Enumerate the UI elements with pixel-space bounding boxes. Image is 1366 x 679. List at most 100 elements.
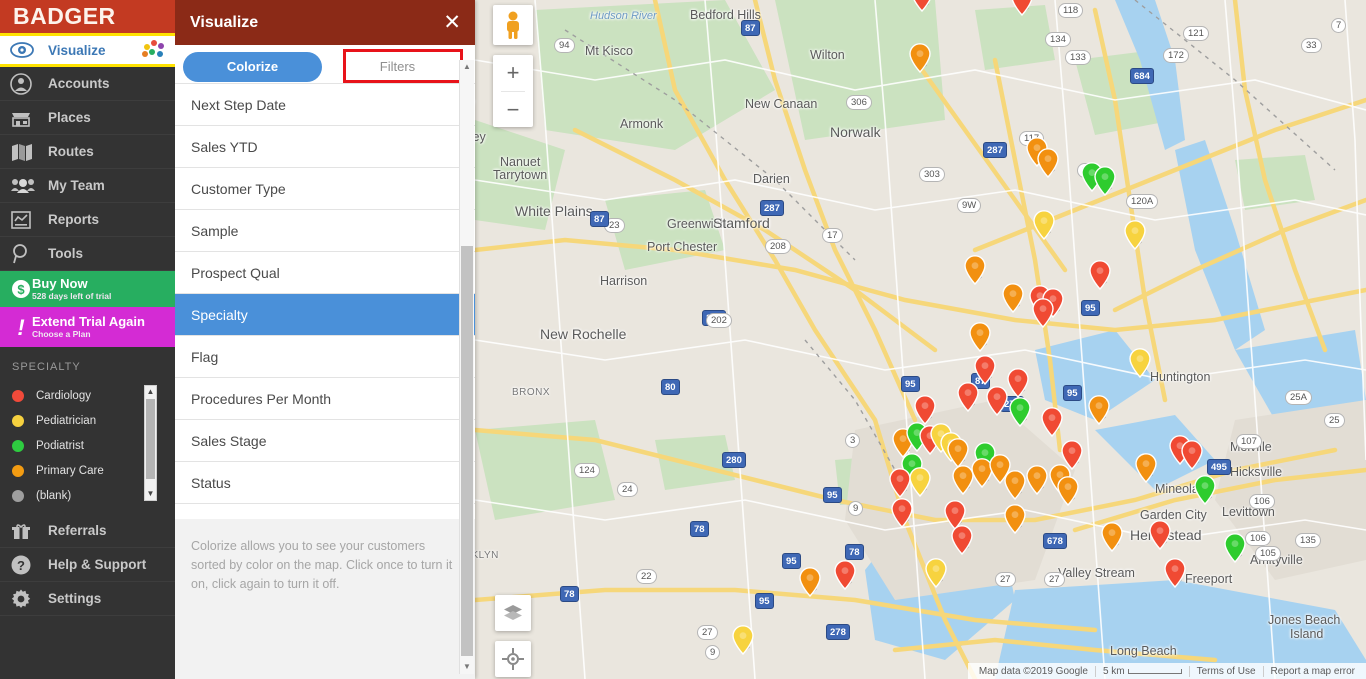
folded-map-icon xyxy=(10,142,48,162)
sidebar-item-label: Places xyxy=(48,110,91,125)
sidebar-item-visualize[interactable]: Visualize xyxy=(0,33,175,67)
option-sales-ytd[interactable]: Sales YTD xyxy=(175,126,475,168)
buy-now-button[interactable]: $ Buy Now 528 days left of trial xyxy=(0,271,175,307)
zoom-controls[interactable]: + − xyxy=(493,55,533,127)
colorize-option-list: Next Step Date Sales YTD Customer Type S… xyxy=(175,83,475,504)
person-circle-icon xyxy=(10,72,48,95)
buy-now-title: Buy Now xyxy=(32,275,88,291)
scale-bar-line xyxy=(1127,668,1182,674)
dollar-circle-icon: $ xyxy=(10,278,32,300)
scroll-down-arrow-icon[interactable]: ▼ xyxy=(145,488,156,500)
legend-item-label: Primary Care xyxy=(36,464,104,477)
sidebar-item-label: My Team xyxy=(48,178,105,193)
panel-header: Visualize ✕ xyxy=(175,0,475,45)
panel-scrollbar[interactable]: ▲ ▼ xyxy=(459,60,474,674)
svg-text:?: ? xyxy=(17,558,25,573)
extend-trial-title: Extend Trial Again xyxy=(32,313,145,329)
sidebar-item-label: Settings xyxy=(48,591,102,606)
option-prospect-qual[interactable]: Prospect Qual xyxy=(175,252,475,294)
exclamation-icon: ! xyxy=(10,315,32,339)
app-root: BADGER Visualize Accounts Places Routes … xyxy=(0,0,1366,679)
legend-color-swatch xyxy=(12,439,24,452)
svg-text:$: $ xyxy=(17,282,25,297)
sidebar-item-label: Reports xyxy=(48,212,100,227)
legend-list: Cardiology Pediatrician Podiatrist Prima… xyxy=(0,383,175,508)
svg-text:!: ! xyxy=(17,315,24,339)
zoom-in-button[interactable]: + xyxy=(493,55,533,91)
street-view-pegman-icon[interactable] xyxy=(493,5,533,45)
option-specialty[interactable]: Specialty xyxy=(175,294,475,336)
panel-footer-area: Colorize allows you to see your customer… xyxy=(175,519,475,679)
map-basemap xyxy=(475,0,1366,679)
sidebar-item-routes[interactable]: Routes xyxy=(0,135,175,169)
scrollbar-thumb[interactable] xyxy=(146,399,155,479)
option-next-step-date[interactable]: Next Step Date xyxy=(175,84,475,126)
gift-icon xyxy=(10,521,48,541)
brand-logo[interactable]: BADGER xyxy=(0,0,175,33)
terms-of-use-link[interactable]: Terms of Use xyxy=(1188,665,1263,677)
sidebar-item-reports[interactable]: Reports xyxy=(0,203,175,237)
sidebar: BADGER Visualize Accounts Places Routes … xyxy=(0,0,175,679)
option-sample[interactable]: Sample xyxy=(175,210,475,252)
extend-trial-subtitle: Choose a Plan xyxy=(32,328,91,339)
layers-icon[interactable] xyxy=(495,595,531,631)
scale-label: 5 km xyxy=(1102,665,1125,677)
gear-icon xyxy=(10,588,48,610)
tab-filters[interactable]: Filters xyxy=(328,51,467,82)
option-status[interactable]: Status xyxy=(175,462,475,504)
brand-logo-text: BADGER xyxy=(13,3,116,29)
tab-colorize[interactable]: Colorize xyxy=(183,51,322,82)
close-icon[interactable]: ✕ xyxy=(443,12,461,33)
report-map-error-link[interactable]: Report a map error xyxy=(1262,665,1362,677)
sidebar-item-label: Routes xyxy=(48,144,94,159)
extend-trial-text: Extend Trial Again Choose a Plan xyxy=(32,313,145,340)
legend-item-label: Pediatrician xyxy=(36,414,97,427)
colorize-help-text: Colorize allows you to see your customer… xyxy=(175,519,475,609)
scrollbar-thumb[interactable] xyxy=(461,246,473,656)
legend-color-swatch xyxy=(12,389,24,402)
sidebar-item-referrals[interactable]: Referrals xyxy=(0,514,175,548)
legend-header: SPECIALTY xyxy=(12,361,81,373)
question-circle-icon: ? xyxy=(10,554,48,576)
sidebar-item-settings[interactable]: Settings xyxy=(0,582,175,616)
attribution-data: Map data ©2019 Google xyxy=(978,665,1088,677)
colorize-dots-icon xyxy=(141,40,167,60)
sidebar-item-label: Help & Support xyxy=(48,557,147,572)
sidebar-item-accounts[interactable]: Accounts xyxy=(0,67,175,101)
option-flag[interactable]: Flag xyxy=(175,336,475,378)
panel-title: Visualize xyxy=(190,13,259,31)
sidebar-item-places[interactable]: Places xyxy=(0,101,175,135)
storefront-icon xyxy=(10,108,48,128)
sidebar-item-my-team[interactable]: My Team xyxy=(0,169,175,203)
buy-now-text: Buy Now 528 days left of trial xyxy=(32,275,112,302)
legend-item-label: (blank) xyxy=(36,489,72,502)
legend-color-swatch xyxy=(12,464,24,477)
magnifier-icon xyxy=(10,243,48,265)
panel-tabs: Colorize Filters xyxy=(175,45,475,83)
extend-trial-button[interactable]: ! Extend Trial Again Choose a Plan xyxy=(0,307,175,347)
people-group-icon xyxy=(10,177,48,195)
scroll-down-arrow-icon[interactable]: ▼ xyxy=(460,660,474,674)
eye-icon xyxy=(10,42,48,58)
legend-color-swatch xyxy=(12,489,24,502)
map-scale-bar: 5 km xyxy=(1094,665,1189,677)
sidebar-item-label: Tools xyxy=(48,246,83,261)
chart-document-icon xyxy=(10,210,48,230)
sidebar-item-label: Referrals xyxy=(48,523,107,538)
option-sales-stage[interactable]: Sales Stage xyxy=(175,420,475,462)
option-customer-type[interactable]: Customer Type xyxy=(175,168,475,210)
map-container[interactable]: New MilfordSterling ForestWest MilfordMa… xyxy=(475,0,1366,679)
zoom-out-button[interactable]: − xyxy=(493,92,533,128)
legend-item-label: Cardiology xyxy=(36,389,91,402)
buy-now-subtitle: 528 days left of trial xyxy=(32,290,112,301)
option-procedures-per-month[interactable]: Procedures Per Month xyxy=(175,378,475,420)
map-attribution: Map data ©2019 Google 5 km Terms of Use … xyxy=(967,663,1366,679)
sidebar-item-help-support[interactable]: ? Help & Support xyxy=(0,548,175,582)
scroll-up-arrow-icon[interactable]: ▲ xyxy=(145,386,156,398)
sidebar-bottom-nav: Referrals ? Help & Support Settings xyxy=(0,514,175,616)
locate-icon[interactable] xyxy=(495,641,531,677)
legend-item-label: Podiatrist xyxy=(36,439,84,452)
sidebar-item-tools[interactable]: Tools xyxy=(0,237,175,271)
scroll-up-arrow-icon[interactable]: ▲ xyxy=(460,60,474,74)
legend-scrollbar[interactable]: ▲ ▼ xyxy=(144,385,157,501)
